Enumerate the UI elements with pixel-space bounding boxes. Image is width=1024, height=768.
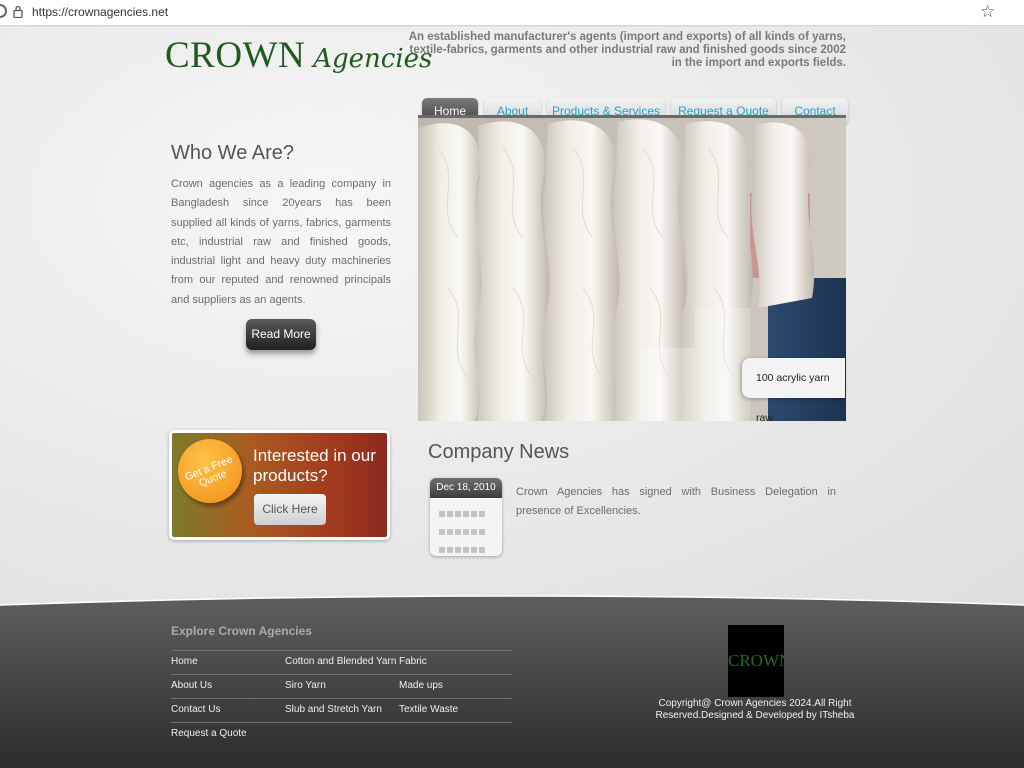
footer-link-fabric[interactable]: Fabric <box>399 656 427 667</box>
footer-link-made-ups[interactable]: Made ups <box>399 680 443 691</box>
footer-curve <box>0 595 1024 607</box>
footer-link-about-us[interactable]: About Us <box>171 680 212 691</box>
footer-heading: Explore Crown Agencies <box>171 624 312 638</box>
reload-icon[interactable] <box>0 4 7 18</box>
click-here-button[interactable]: Click Here <box>254 494 326 525</box>
calendar-icon: Dec 18, 2010 <box>430 478 502 556</box>
free-quote-sticker-icon: Get a Free Quote <box>178 439 242 503</box>
site-footer: Explore Crown Agencies Home About Us Con… <box>0 595 1024 768</box>
browser-address-bar: https://crownagencies.net ☆ <box>0 0 1024 26</box>
footer-link-textile-waste[interactable]: Textile Waste <box>399 704 458 715</box>
who-we-are-heading: Who We Are? <box>171 142 295 164</box>
footer-divider <box>171 650 512 651</box>
quote-banner[interactable]: Get a Free Quote Interested in our produ… <box>169 430 390 540</box>
footer-link-home[interactable]: Home <box>171 656 198 667</box>
slider-caption: 100 acrylic yarn raw <box>742 358 845 424</box>
site-tagline: An established manufacturer's agents (im… <box>408 31 846 69</box>
footer-link-request-quote[interactable]: Request a Quote <box>171 728 247 739</box>
sticker-text: Get a Free Quote <box>183 453 235 490</box>
calendar-grid <box>438 505 494 556</box>
news-date: Dec 18, 2010 <box>430 478 502 498</box>
who-we-are-text: Crown agencies as a leading company in B… <box>171 178 391 306</box>
quote-banner-title: Interested in our products? <box>253 446 376 485</box>
footer-link-siro-yarn[interactable]: Siro Yarn <box>285 680 326 691</box>
lock-icon <box>13 5 23 18</box>
copyright-text: Copyright@ Crown Agencies 2024.All Right… <box>655 698 855 721</box>
footer-link-slub-stretch-yarn[interactable]: Slub and Stretch Yarn <box>285 704 382 715</box>
logo-main-text: CROWN <box>165 35 306 76</box>
read-more-button[interactable]: Read More <box>246 319 316 350</box>
footer-logo: CROWN <box>728 625 784 697</box>
news-item-text[interactable]: Crown Agencies has signed with Business … <box>516 483 836 521</box>
footer-link-contact-us[interactable]: Contact Us <box>171 704 220 715</box>
url-field[interactable]: https://crownagencies.net <box>32 5 168 19</box>
footer-divider <box>171 722 512 723</box>
footer-divider <box>171 674 512 675</box>
site-logo[interactable]: CROWN Agencies <box>165 34 432 77</box>
footer-link-cotton-blended-yarn[interactable]: Cotton and Blended Yarn <box>285 656 396 667</box>
bookmark-star-icon[interactable]: ☆ <box>980 2 995 22</box>
footer-divider <box>171 698 512 699</box>
company-news-heading: Company News <box>428 441 570 463</box>
